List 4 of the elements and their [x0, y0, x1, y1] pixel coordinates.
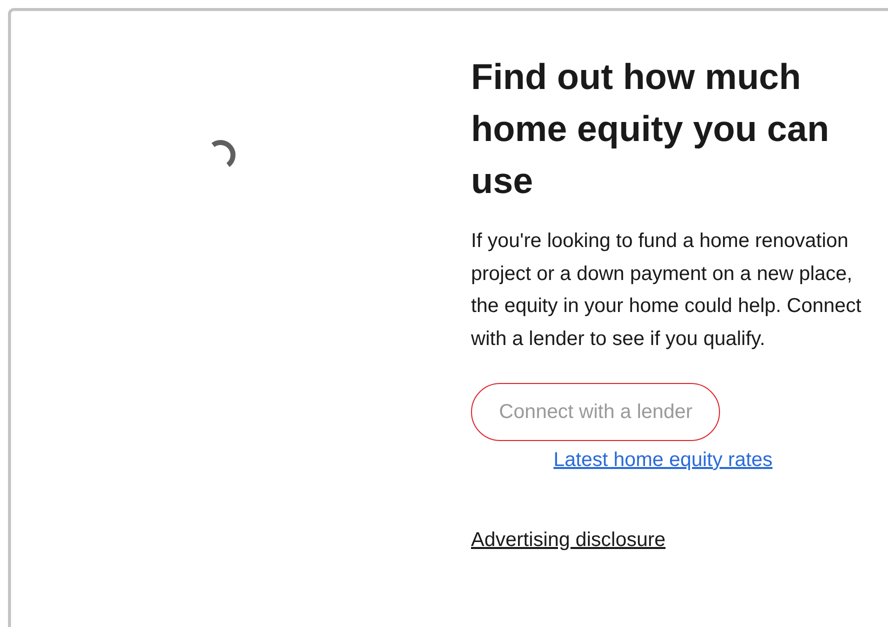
description: If you're looking to fund a home renovation project or a down payment on a new place, the equity in your home could help. Connect with a lender to see if you qualify. [471, 229, 862, 352]
heading: Find out how much home equity you can use [471, 55, 830, 203]
disclosure-link[interactable]: Advertising disclosure [471, 526, 666, 554]
rates-link[interactable]: Latest home equity rates [553, 449, 772, 471]
